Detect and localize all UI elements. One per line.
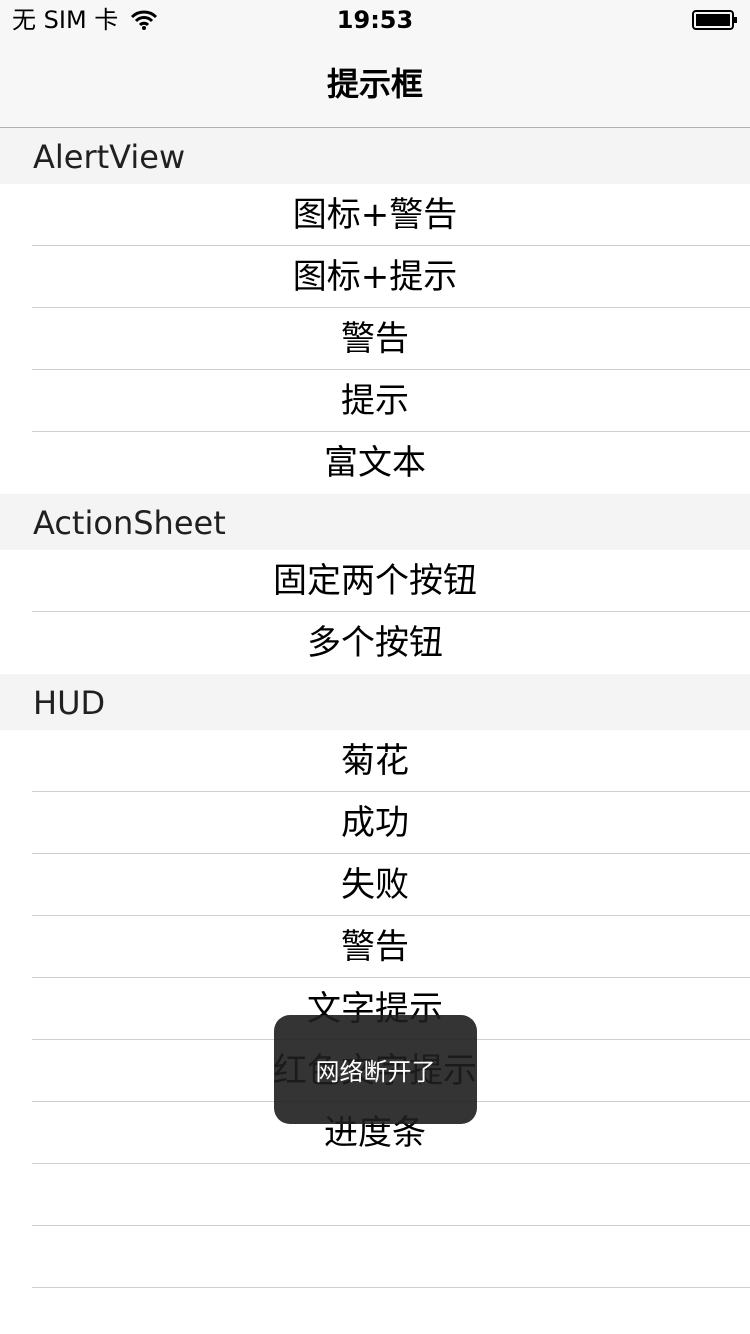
toast-hud: 网络断开了	[274, 1015, 477, 1124]
list-item[interactable]: 多个按钮	[0, 612, 750, 674]
list-item[interactable]: 富文本	[0, 432, 750, 494]
battery-icon	[692, 10, 737, 30]
empty-row	[0, 1226, 750, 1288]
empty-row	[0, 1164, 750, 1226]
list-item[interactable]: 警告	[0, 916, 750, 978]
list-item[interactable]: 菊花	[0, 730, 750, 792]
list-item-label: 图标+警告	[292, 195, 458, 235]
list-item-label: 富文本	[324, 443, 426, 483]
list-item[interactable]: 警告	[0, 308, 750, 370]
list-item-label: 多个按钮	[307, 623, 443, 663]
section-header-label: AlertView	[33, 138, 186, 176]
list-item[interactable]: 固定两个按钮	[0, 550, 750, 612]
section-header-hud: HUD	[0, 674, 750, 730]
status-bar: 无 SIM 卡 19:53	[0, 0, 750, 40]
section-header-actionsheet: ActionSheet	[0, 494, 750, 550]
status-time: 19:53	[336, 6, 414, 34]
section-header-label: ActionSheet	[33, 504, 226, 542]
list-item-label: 警告	[341, 927, 409, 967]
toast-message: 网络断开了	[315, 1058, 436, 1086]
list-item[interactable]: 提示	[0, 370, 750, 432]
list-item[interactable]: 失败	[0, 854, 750, 916]
navigation-bar: 提示框	[0, 40, 750, 128]
list-item[interactable]: 图标+警告	[0, 184, 750, 246]
list-item-label: 图标+提示	[292, 257, 458, 297]
section-header-alertview: AlertView	[0, 128, 750, 184]
list-item-label: 固定两个按钮	[273, 561, 477, 601]
list-item-label: 提示	[341, 381, 409, 421]
list-item[interactable]: 成功	[0, 792, 750, 854]
page-title: 提示框	[326, 65, 423, 103]
list-item-label: 失败	[341, 865, 409, 905]
list-item[interactable]: 图标+提示	[0, 246, 750, 308]
list-item-label: 成功	[341, 803, 409, 843]
list-item-label: 菊花	[341, 741, 409, 781]
section-header-label: HUD	[33, 684, 106, 722]
list-item-label: 警告	[341, 319, 409, 359]
